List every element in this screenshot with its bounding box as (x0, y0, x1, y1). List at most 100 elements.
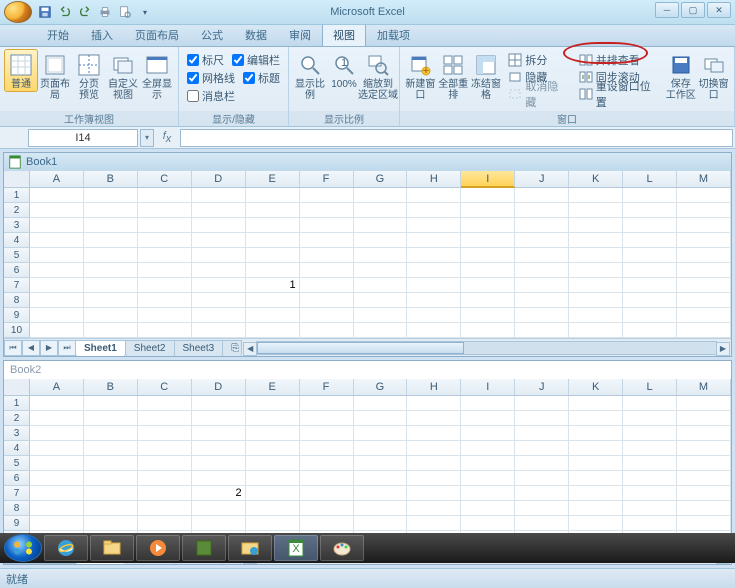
cell[interactable] (461, 218, 515, 233)
cell[interactable] (354, 501, 408, 516)
column-header[interactable]: E (246, 171, 300, 188)
zoom-selection-button[interactable]: 缩放到 选定区域 (361, 49, 395, 103)
page-layout-button[interactable]: 页面布局 (38, 49, 72, 103)
cell[interactable] (354, 218, 408, 233)
column-header[interactable]: D (192, 379, 246, 396)
cell[interactable] (623, 233, 677, 248)
cell[interactable] (569, 278, 623, 293)
cell[interactable] (515, 426, 569, 441)
cell[interactable] (407, 233, 461, 248)
column-header[interactable]: C (138, 171, 192, 188)
cell[interactable] (407, 426, 461, 441)
cell[interactable] (300, 323, 354, 338)
cell[interactable] (407, 218, 461, 233)
cell[interactable] (300, 456, 354, 471)
gridlines-checkbox[interactable]: 网格线 (183, 69, 239, 87)
cell[interactable] (138, 218, 192, 233)
cell[interactable] (84, 263, 138, 278)
cell[interactable] (461, 396, 515, 411)
column-header[interactable]: K (569, 171, 623, 188)
cell[interactable] (677, 248, 731, 263)
task-explorer-icon[interactable] (90, 535, 134, 561)
redo-icon[interactable] (76, 3, 94, 21)
cell[interactable] (407, 516, 461, 531)
cell[interactable] (246, 293, 300, 308)
cell[interactable] (300, 411, 354, 426)
task-app1-icon[interactable] (182, 535, 226, 561)
cell[interactable] (84, 516, 138, 531)
column-header[interactable]: A (30, 379, 84, 396)
tab-addins[interactable]: 加载项 (366, 22, 421, 46)
cell[interactable] (407, 411, 461, 426)
cell[interactable] (677, 441, 731, 456)
cell[interactable]: 1 (246, 278, 300, 293)
cell[interactable] (354, 248, 408, 263)
cell[interactable] (138, 278, 192, 293)
cell[interactable] (30, 456, 84, 471)
cell[interactable] (569, 426, 623, 441)
sheet-tab[interactable]: Sheet3 (174, 340, 224, 356)
cell[interactable] (569, 501, 623, 516)
column-header[interactable]: M (677, 171, 731, 188)
column-header[interactable]: F (300, 379, 354, 396)
cell[interactable] (84, 441, 138, 456)
cell[interactable] (515, 203, 569, 218)
cell[interactable] (300, 441, 354, 456)
cell[interactable] (246, 486, 300, 501)
tab-home[interactable]: 开始 (36, 22, 80, 46)
cell[interactable] (246, 308, 300, 323)
cell[interactable] (407, 396, 461, 411)
column-header[interactable]: A (30, 171, 84, 188)
cell[interactable] (461, 426, 515, 441)
column-header[interactable]: C (138, 379, 192, 396)
cell[interactable] (354, 308, 408, 323)
start-button[interactable] (4, 534, 42, 562)
cell[interactable] (623, 308, 677, 323)
headings-checkbox[interactable]: 标题 (239, 69, 284, 87)
cell[interactable] (138, 203, 192, 218)
cell[interactable] (246, 396, 300, 411)
select-all-corner[interactable] (4, 379, 30, 396)
task-excel-icon[interactable]: X (274, 535, 318, 561)
cell[interactable] (354, 516, 408, 531)
cell[interactable] (192, 456, 246, 471)
cell[interactable] (461, 308, 515, 323)
cell[interactable] (192, 293, 246, 308)
row-header[interactable]: 5 (4, 456, 30, 471)
cell[interactable] (138, 308, 192, 323)
cell[interactable] (569, 396, 623, 411)
column-header[interactable]: M (677, 379, 731, 396)
cell[interactable] (677, 188, 731, 203)
cell[interactable] (461, 233, 515, 248)
cell[interactable] (515, 516, 569, 531)
column-header[interactable]: D (192, 171, 246, 188)
tab-formulas[interactable]: 公式 (190, 22, 234, 46)
cell[interactable] (461, 278, 515, 293)
cell[interactable] (246, 426, 300, 441)
cell[interactable] (515, 411, 569, 426)
select-all-corner[interactable] (4, 171, 30, 188)
cell[interactable] (407, 293, 461, 308)
cell[interactable] (246, 188, 300, 203)
sheet-tab[interactable]: Sheet2 (125, 340, 175, 356)
cell[interactable] (192, 308, 246, 323)
cell[interactable] (461, 486, 515, 501)
cell[interactable] (677, 411, 731, 426)
cell[interactable] (84, 501, 138, 516)
formula-input[interactable] (180, 129, 733, 147)
cell[interactable] (84, 218, 138, 233)
cell[interactable] (300, 203, 354, 218)
cell[interactable] (192, 263, 246, 278)
formula-bar-checkbox[interactable]: 编辑栏 (228, 51, 284, 69)
cell[interactable] (515, 278, 569, 293)
cell[interactable] (138, 441, 192, 456)
column-header[interactable]: B (84, 379, 138, 396)
cell[interactable] (300, 293, 354, 308)
cell[interactable] (300, 308, 354, 323)
cell[interactable] (569, 411, 623, 426)
column-header[interactable]: L (623, 379, 677, 396)
cell[interactable] (461, 263, 515, 278)
cell[interactable] (84, 233, 138, 248)
column-header[interactable]: J (515, 171, 569, 188)
cell[interactable] (84, 426, 138, 441)
